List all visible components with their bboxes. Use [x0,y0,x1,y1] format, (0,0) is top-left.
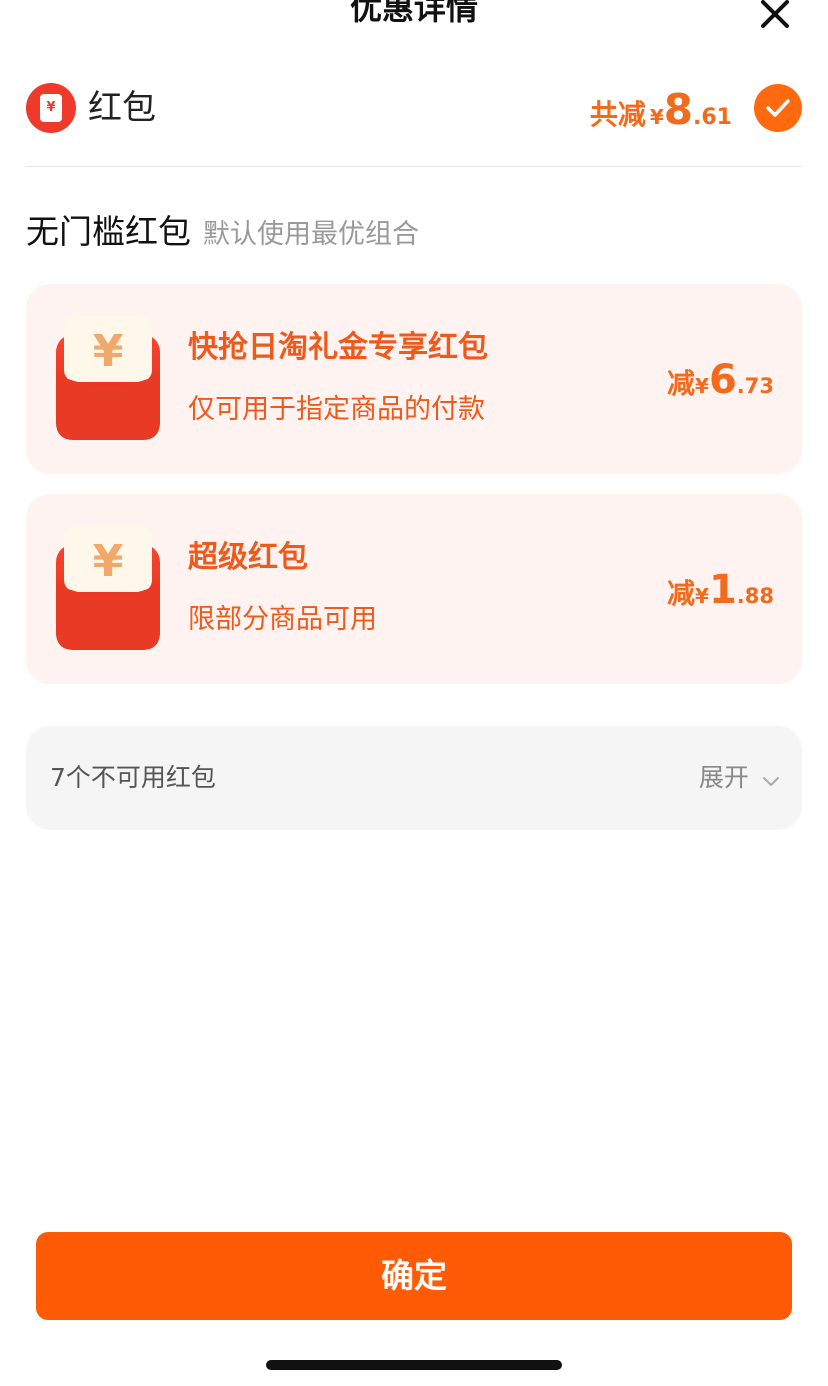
section-subtitle: 默认使用最优组合 [203,219,419,250]
card-discount-decimal: .73 [736,374,774,398]
total-discount: 共减 ¥8.61 [590,86,732,143]
red-packet-card[interactable]: ¥ 快抢日淘礼金专享红包 仅可用于指定商品的付款 减¥6.73 [26,284,802,474]
card-discount-integer: 6 [708,357,737,403]
expand-toggle[interactable]: 展开 [699,756,780,803]
red-envelope-icon: ¥ [56,526,160,650]
select-checkbox[interactable] [754,84,802,132]
card-description: 仅可用于指定商品的付款 [188,394,485,425]
total-discount-integer: 8 [663,85,694,134]
close-icon [761,0,789,28]
close-button[interactable] [758,0,792,30]
chevron-down-icon [763,776,779,786]
card-title: 超级红包 [188,540,308,575]
red-packet-summary[interactable]: ¥ 红包 共减 ¥8.61 [26,80,802,140]
expand-label: 展开 [698,763,749,792]
card-discount-label: 减 [667,367,696,400]
red-packet-card[interactable]: ¥ 超级红包 限部分商品可用 减¥1.88 [26,494,802,684]
badge-yuan-symbol: ¥ [40,94,62,122]
summary-title: 红包 [88,88,156,128]
svg-text:¥: ¥ [93,326,124,377]
confirm-button[interactable]: 确定 [36,1232,792,1320]
total-discount-decimal: .61 [693,105,732,130]
card-discount-label: 减 [667,577,696,610]
card-discount-integer: 1 [708,567,737,613]
svg-text:¥: ¥ [93,536,124,587]
card-discount-currency: ¥ [695,374,709,398]
unavailable-red-packets-row[interactable]: 7个不可用红包 展开 [26,726,802,830]
card-discount-currency: ¥ [695,584,709,608]
red-envelope-icon: ¥ [56,316,160,440]
red-packet-badge-icon: ¥ [26,83,76,133]
section-title: 无门槛红包 [26,212,191,251]
card-discount: 减¥1.88 [667,566,774,622]
card-discount: 减¥6.73 [667,356,774,412]
total-discount-currency: ¥ [649,105,664,129]
home-indicator [266,1360,562,1370]
card-description: 限部分商品可用 [188,604,377,635]
page-title: 优惠详情 [349,0,478,27]
unavailable-label: 7个不可用红包 [50,763,216,792]
total-discount-label: 共减 [589,98,646,131]
card-title: 快抢日淘礼金专享红包 [188,330,488,365]
card-discount-decimal: .88 [736,584,774,608]
section-header: 无门槛红包 默认使用最优组合 [26,208,419,262]
check-icon [766,99,790,117]
divider [26,166,802,167]
